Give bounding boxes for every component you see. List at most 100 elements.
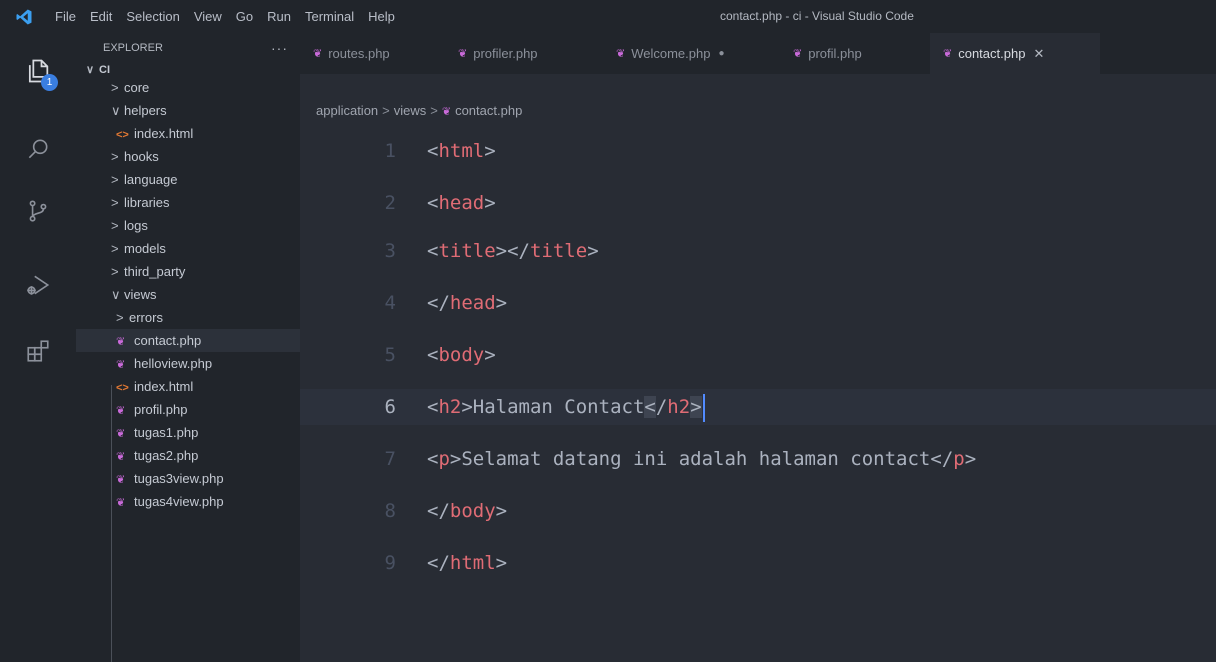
php-file-icon: ❦ [116, 336, 126, 348]
folder-item[interactable]: > libraries [76, 191, 300, 214]
folder-item[interactable]: ∨ helpers [76, 99, 300, 122]
source-control-icon[interactable] [0, 183, 76, 239]
tree-item-label: tugas1.php [134, 425, 199, 440]
close-icon[interactable]: ✕ [1033, 46, 1044, 62]
tag-name: body [438, 344, 485, 366]
code-bracket: < [427, 448, 439, 470]
tab-routes-php[interactable]: ❦ routes.php [300, 33, 445, 74]
tree-item-label: tugas2.php [134, 448, 199, 463]
php-file-icon: ❦ [116, 359, 126, 371]
tab-contact-php[interactable]: ❦ contact.php ✕ [930, 33, 1100, 74]
menu-bar: File Edit Selection View Go Run Terminal Help [48, 0, 402, 33]
tag-name: p [438, 448, 450, 470]
file-item[interactable]: ❦ tugas4view.php [76, 490, 300, 513]
code-line[interactable]: 8 </body> [300, 493, 1216, 529]
file-item[interactable]: ❦ tugas3view.php [76, 467, 300, 490]
folder-item[interactable]: ∨ views [76, 283, 300, 306]
code-bracket: </ [427, 552, 450, 574]
tab-profiler-php[interactable]: ❦ profiler.php [445, 33, 603, 74]
code-line[interactable]: 7 <p>Selamat datang ini adalah halaman co… [300, 441, 1216, 477]
code-bracket: </ [427, 292, 450, 314]
code-line[interactable]: 2 <head> [300, 185, 1216, 221]
chevron-right-icon: > [111, 172, 119, 187]
tab-profil-php[interactable]: ❦ profil.php [780, 33, 930, 74]
title-bar: File Edit Selection View Go Run Terminal Help c… [0, 0, 1216, 33]
code-line[interactable]: 6 <h2>Halaman Contact</h2> [300, 389, 1216, 425]
explorer-icon[interactable]: 1 [0, 43, 76, 99]
file-item[interactable]: <> index.html [76, 122, 300, 145]
code-bracket: > [495, 552, 508, 574]
code-bracket: < [930, 448, 942, 470]
tree-item-label: views [124, 287, 157, 302]
tree-item-label: profil.php [134, 402, 188, 417]
tree-item-label: hooks [124, 149, 159, 164]
tree-item-label: errors [129, 310, 163, 325]
text-content: Halaman Contact [472, 396, 645, 418]
tree-item-label: models [124, 241, 166, 256]
file-item[interactable]: ❦ tugas1.php [76, 421, 300, 444]
breadcrumb-item[interactable]: views [394, 103, 427, 118]
folder-item[interactable]: > language [76, 168, 300, 191]
file-item[interactable]: <> index.html [76, 375, 300, 398]
code-bracket: > [495, 292, 508, 314]
code-bracket: > [495, 500, 508, 522]
tree-item-label: helloview.php [134, 356, 213, 371]
code-bracket: > [964, 448, 977, 470]
chevron-right-icon: > [111, 241, 119, 256]
menu-edit[interactable]: Edit [83, 9, 119, 24]
chevron-down-icon: ∨ [111, 103, 121, 118]
search-icon[interactable] [0, 121, 76, 177]
line-number: 3 [384, 240, 396, 262]
php-file-icon: ❦ [313, 48, 323, 60]
code-text: </html> [427, 545, 507, 581]
editor-tabs: ❦ routes.php ❦ profiler.php ❦ Welcome.php ● ❦ pr… [300, 33, 1216, 74]
folder-item[interactable]: > models [76, 237, 300, 260]
php-file-icon: ❦ [616, 48, 626, 60]
file-item[interactable]: ❦ helloview.php [76, 352, 300, 375]
tag-name: head [438, 192, 485, 214]
chevron-down-icon: ∨ [111, 287, 121, 302]
code-line[interactable]: 4 </head> [300, 285, 1216, 321]
menu-terminal[interactable]: Terminal [298, 9, 361, 24]
tab-label: routes.php [328, 46, 390, 61]
breadcrumb-item[interactable]: contact.php [455, 103, 522, 118]
folder-item[interactable]: > hooks [76, 145, 300, 168]
code-line[interactable]: 3 <title></title> [300, 233, 1216, 269]
code-bracket: / [941, 448, 954, 470]
menu-help[interactable]: Help [361, 9, 402, 24]
folder-item[interactable]: > errors [76, 306, 300, 329]
code-line[interactable]: 1 <html> [300, 133, 1216, 169]
more-actions-icon[interactable]: ··· [271, 40, 288, 56]
php-file-icon: ❦ [458, 48, 468, 60]
breadcrumb: application > views > ❦ contact.php [300, 100, 1216, 122]
menu-file[interactable]: File [48, 9, 83, 24]
tree-item-label: third_party [124, 264, 186, 279]
php-file-icon: ❦ [793, 48, 803, 60]
menu-selection[interactable]: Selection [119, 9, 186, 24]
tab-label: profil.php [808, 46, 862, 61]
tag-name: html [449, 552, 496, 574]
breadcrumb-item[interactable]: application [316, 103, 378, 118]
folder-item[interactable]: > third_party [76, 260, 300, 283]
chevron-right-icon: > [111, 80, 119, 95]
file-item[interactable]: ❦ tugas2.php [76, 444, 300, 467]
folder-item[interactable]: > logs [76, 214, 300, 237]
tab-label: Welcome.php [631, 46, 711, 61]
tree-item-label: tugas4view.php [134, 494, 224, 509]
menu-run[interactable]: Run [260, 9, 298, 24]
tag-name: p [953, 448, 965, 470]
file-item[interactable]: ❦ contact.php [76, 329, 300, 352]
code-line[interactable]: 9 </html> [300, 545, 1216, 581]
file-item[interactable]: ❦ profil.php [76, 398, 300, 421]
code-bracket: > [690, 396, 702, 418]
extensions-icon[interactable] [0, 323, 76, 379]
code-text: </head> [427, 285, 507, 321]
run-debug-icon[interactable] [0, 257, 76, 313]
menu-go[interactable]: Go [229, 9, 260, 24]
code-line[interactable]: 5 <body> [300, 337, 1216, 373]
tab-welcome-php[interactable]: ❦ Welcome.php ● [603, 33, 780, 74]
menu-view[interactable]: View [187, 9, 229, 24]
chevron-right-icon: > [111, 149, 119, 164]
folder-item[interactable]: > core [76, 76, 300, 99]
code-bracket: > [461, 396, 473, 418]
